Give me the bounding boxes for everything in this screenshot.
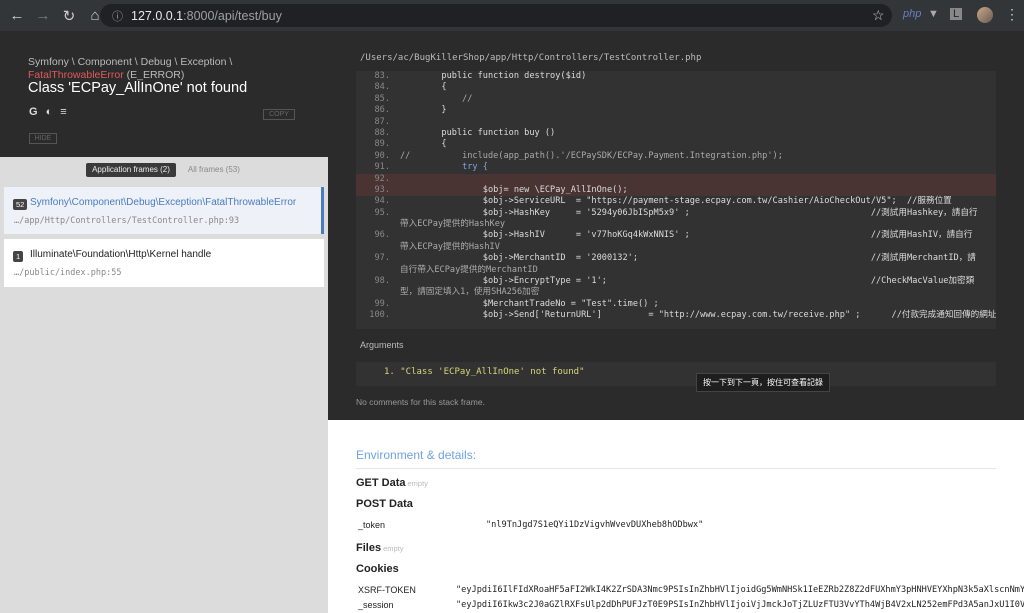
environment-title: Environment & details:	[356, 448, 477, 462]
code-line: 86. }	[374, 105, 447, 116]
code-line: 94. $obj->ServiceURL = "https://payment-…	[374, 196, 952, 207]
argument-item: 1. "Class 'ECPay_AllInOne' not found"	[384, 367, 585, 377]
frame-number-badge: 52	[13, 199, 28, 210]
frame-number-badge: 1	[13, 251, 24, 262]
code-viewer: 83. public function destroy($id) 84. { 8…	[356, 71, 996, 329]
reload-icon[interactable]: ↻	[58, 5, 80, 27]
url-host: 127.0.0.1	[131, 8, 184, 23]
stack-frame[interactable]: 52 Symfony\Component\Debug\Exception\Fat…	[4, 187, 324, 234]
code-line: 90.// include(app_path().'/ECPaySDK/ECPa…	[374, 150, 783, 161]
environment-panel: Environment & details: GET Data empty POS…	[328, 420, 1024, 613]
frame-tabs: Application frames (2) All frames (53)	[0, 163, 328, 177]
frame-class: Illuminate\Foundation\Http\Kernel handle	[30, 249, 212, 260]
url-path: :8000/api/test/buy	[183, 8, 282, 23]
back-icon[interactable]: ←	[6, 5, 28, 27]
code-line: 95. $obj->HashKey = '5294y06JbISpM5x9' ;…	[374, 207, 978, 218]
exception-message: Class 'ECPay_AllInOne' not found	[28, 80, 248, 96]
browser-toolbar: ← → ↻ ⌂ ⓘ 127.0.0.1:8000/api/test/buy ☆ …	[0, 0, 1024, 31]
divider	[356, 468, 996, 469]
tab-application-frames[interactable]: Application frames (2)	[86, 163, 176, 177]
code-line: 99. $MerchantTradeNo = "Test".time() ;	[374, 298, 659, 309]
files-heading: Files empty	[356, 542, 404, 554]
token-value: "nl9TnJgd7S1eQYi1DzVigvhWvevDUXheb8hODbw…	[486, 520, 704, 530]
back-button-tooltip: 按一下到下一頁，按住可查看記錄	[696, 373, 830, 392]
get-data-heading: GET Data empty	[356, 477, 428, 489]
stackoverflow-icon[interactable]: ≡	[60, 106, 66, 118]
code-line: 91. try {	[374, 162, 488, 173]
cookies-heading: Cookies	[356, 563, 399, 575]
php-extension-icon[interactable]: php	[903, 8, 921, 20]
code-line: 83. public function destroy($id)	[374, 71, 587, 81]
arguments-list: 1. "Class 'ECPay_AllInOne' not found"	[356, 362, 996, 386]
code-line: 型，請固定填入1，使用SHA256加密	[400, 287, 540, 298]
extension-l-icon[interactable]: L	[950, 8, 963, 20]
code-line: 自行帶入ECPay提供的MerchantID	[400, 264, 538, 275]
code-line: 85. //	[374, 93, 473, 104]
site-info-icon[interactable]: ⓘ	[112, 8, 123, 24]
post-data-heading: POST Data	[356, 498, 413, 510]
code-line: 87.	[374, 116, 390, 127]
google-icon[interactable]: G	[29, 106, 38, 118]
code-line-highlighted: 93. $obj= new \ECPay_AllInOne();	[356, 184, 996, 197]
code-line: 88. public function buy ()	[374, 127, 556, 138]
session-value: "eyJpdiI6Ikw3c2J0aGZlRXFsUlp2dDhPUFJzT0E…	[456, 600, 1024, 610]
xsrf-value: "eyJpdiI6IlFIdXRoaHF5aFI2WkI4K2ZrSDA3Nmc…	[456, 585, 1024, 595]
code-line: 96. $obj->HashIV = 'v77hoKGq4kWxNNIS' ; …	[374, 230, 973, 241]
search-links: G ◐ ≡	[29, 106, 67, 118]
code-file-path[interactable]: /Users/ac/BugKillerShop/app/Http/Control…	[360, 53, 701, 63]
bookmark-star-icon[interactable]: ☆	[872, 7, 885, 24]
code-line: 98. $obj->EncryptType = '1'; //CheckMacV…	[374, 276, 975, 287]
frames-panel: Application frames (2) All frames (53) 5…	[0, 157, 328, 613]
forward-icon[interactable]: →	[32, 5, 54, 27]
xsrf-key: XSRF-TOKEN	[358, 585, 416, 595]
address-bar[interactable]: ⓘ 127.0.0.1:8000/api/test/buy	[100, 4, 892, 27]
code-line: 100. $obj->Send['ReturnURL'] = "http://w…	[369, 310, 996, 321]
exception-namespace: Symfony \ Component \ Debug \ Exception …	[28, 56, 233, 68]
no-comments-text: No comments for this stack frame.	[356, 397, 485, 407]
code-line-highlighted: 92.	[356, 173, 996, 185]
hide-button[interactable]: HIDE	[29, 133, 57, 144]
code-line: 84. {	[374, 82, 447, 93]
code-panel: /Users/ac/BugKillerShop/app/Http/Control…	[328, 31, 1024, 420]
menu-kebab-icon[interactable]: ⋮	[1005, 6, 1019, 23]
copy-button[interactable]: COPY	[263, 109, 295, 120]
frame-file: …/public/index.php:55	[14, 268, 122, 278]
frame-class: Symfony\Component\Debug\Exception\FatalT…	[30, 197, 297, 208]
tab-all-frames[interactable]: All frames (53)	[186, 163, 242, 177]
stack-frame[interactable]: 1 Illuminate\Foundation\Http\Kernel hand…	[4, 239, 324, 287]
frame-file: …/app/Http/Controllers/TestController.ph…	[14, 216, 240, 226]
duckduckgo-icon[interactable]: ◐	[46, 106, 53, 118]
profile-avatar[interactable]	[977, 7, 993, 23]
exception-header: Symfony \ Component \ Debug \ Exception …	[0, 31, 328, 157]
code-line: 89. {	[374, 139, 447, 150]
session-key: _session	[358, 600, 394, 610]
code-line: 97. $obj->MerchantID = '2000132'; //測試用M…	[374, 253, 976, 264]
token-key: _token	[358, 520, 386, 530]
code-line: 帶入ECPay提供的HashKey	[400, 219, 506, 230]
exception-class: Symfony \ Component \ Debug \ Exception …	[28, 56, 232, 82]
arguments-label: Arguments	[360, 340, 404, 350]
extension-v-icon[interactable]: ▼	[928, 8, 939, 20]
code-line: 帶入ECPay提供的HashIV	[400, 241, 500, 252]
